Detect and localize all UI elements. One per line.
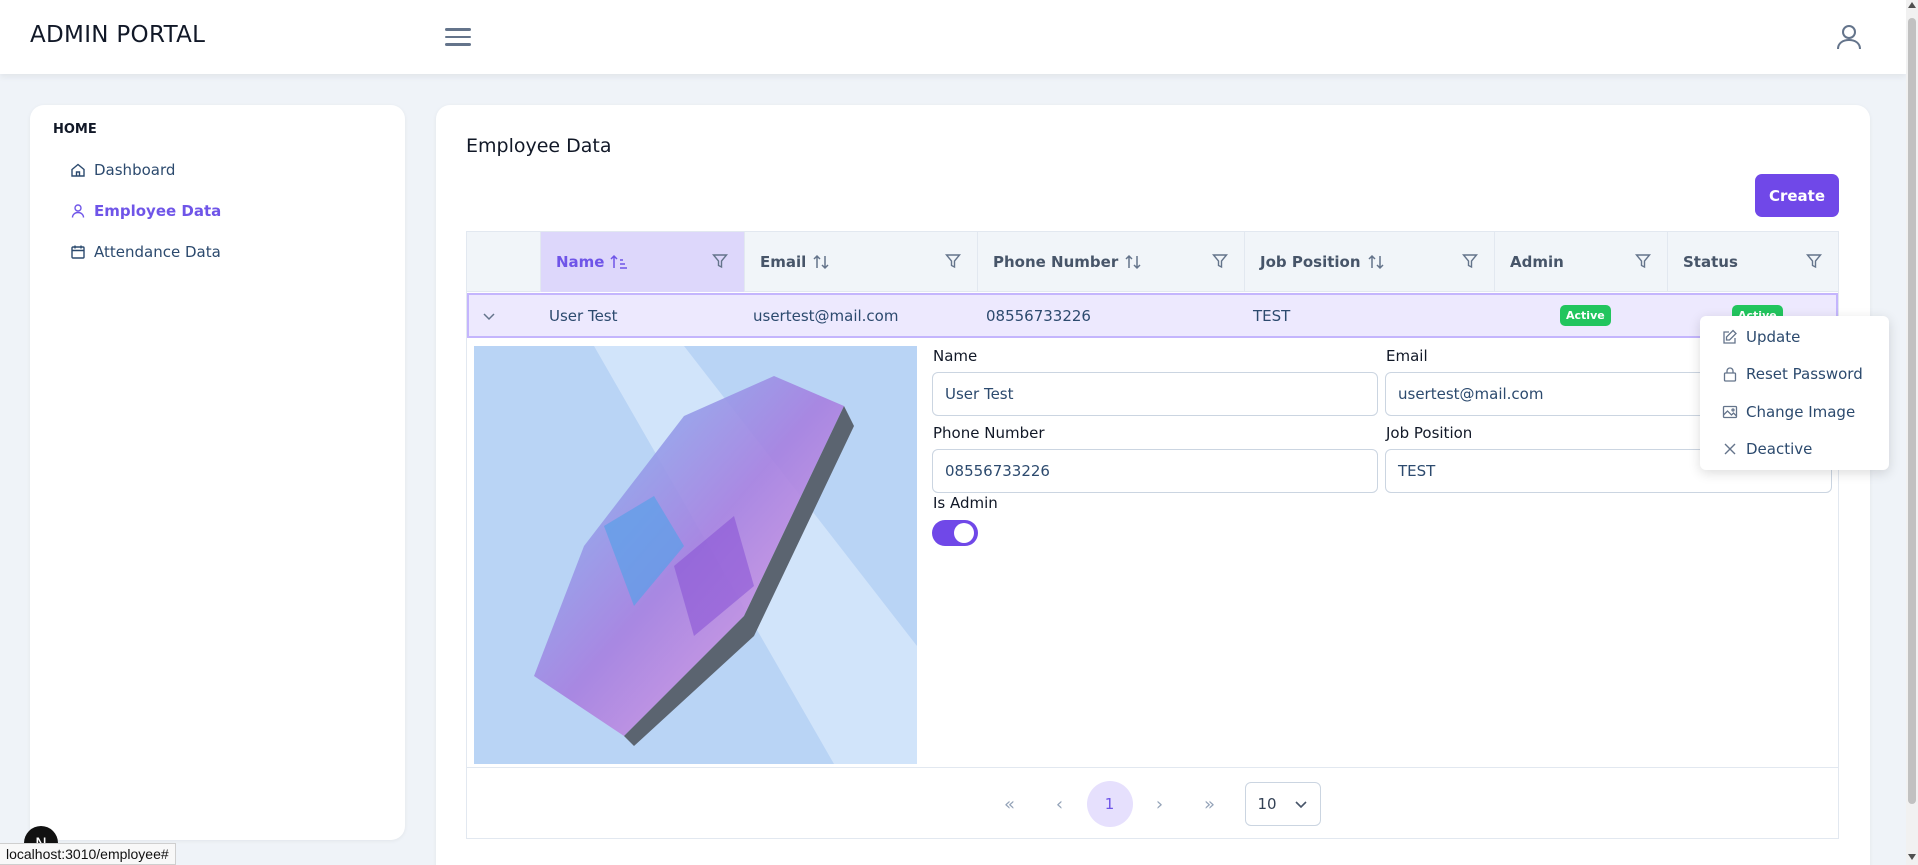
lock-icon — [1723, 367, 1737, 382]
rows-per-page-value: 10 — [1257, 795, 1277, 813]
menu-item-change-image[interactable]: Change Image — [1722, 400, 1855, 424]
toggle-knob — [954, 523, 974, 543]
scroll-down-arrow-icon[interactable] — [1908, 854, 1916, 860]
column-header-job-position[interactable]: Job Position — [1245, 232, 1495, 292]
menu-item-reset-password[interactable]: Reset Password — [1722, 362, 1863, 386]
table-header: Name Email Phone Number Job Position Adm… — [467, 232, 1838, 292]
column-header-label: Phone Number — [993, 253, 1119, 271]
next-page-button[interactable]: › — [1137, 781, 1183, 827]
top-bar: ADMIN PORTAL — [0, 0, 1906, 74]
cell-name: User Test — [549, 306, 618, 325]
cell-phone: 08556733226 — [986, 306, 1091, 325]
is-admin-toggle[interactable] — [932, 520, 978, 546]
menu-item-update[interactable]: Update — [1722, 325, 1800, 349]
sort-ascending-icon[interactable] — [610, 254, 628, 270]
scroll-up-arrow-icon[interactable] — [1908, 2, 1916, 8]
edit-icon — [1723, 329, 1737, 344]
menu-item-label: Deactive — [1746, 440, 1813, 458]
column-header-phone-number[interactable]: Phone Number — [978, 232, 1245, 292]
name-input[interactable]: User Test — [932, 372, 1378, 416]
sort-icon[interactable] — [812, 254, 830, 270]
page-title: Employee Data — [466, 135, 612, 157]
chevron-down-icon[interactable] — [481, 295, 521, 336]
user-icon — [71, 204, 85, 218]
column-header-label: Job Position — [1260, 253, 1361, 271]
user-icon[interactable] — [1834, 22, 1864, 52]
rows-per-page-select[interactable]: 10 — [1244, 782, 1321, 826]
first-page-button[interactable]: « — [987, 781, 1033, 827]
employee-photo — [474, 346, 917, 764]
filter-icon[interactable] — [1212, 253, 1228, 273]
previous-page-button[interactable]: ‹ — [1037, 781, 1083, 827]
sidebar-item-label: Attendance Data — [94, 243, 221, 261]
chevron-down-icon — [1294, 801, 1307, 809]
column-header-label: Name — [556, 253, 605, 271]
sidebar-item-dashboard[interactable]: Dashboard — [70, 157, 175, 183]
app-title: ADMIN PORTAL — [30, 22, 206, 48]
menu-item-label: Reset Password — [1746, 365, 1863, 383]
phone-number-label: Phone Number — [933, 424, 1045, 442]
email-label: Email — [1386, 347, 1428, 365]
sort-icon[interactable] — [1124, 254, 1142, 270]
sort-icon[interactable] — [1367, 254, 1385, 270]
is-admin-label: Is Admin — [933, 494, 998, 512]
pagination: « ‹ 1 › » 10 — [467, 769, 1838, 839]
close-icon — [1724, 443, 1736, 455]
main-content: Employee Data Create Name Email Phone Nu… — [436, 105, 1870, 865]
filter-icon[interactable] — [1635, 253, 1651, 273]
expander-column-header — [467, 232, 541, 292]
last-page-button[interactable]: » — [1187, 781, 1233, 827]
employee-table: Name Email Phone Number Job Position Adm… — [466, 231, 1839, 839]
filter-icon[interactable] — [1462, 253, 1478, 273]
column-header-admin[interactable]: Admin — [1495, 232, 1668, 292]
row-expansion: Name User Test Email usertest@mail.com P… — [467, 338, 1838, 768]
name-label: Name — [933, 347, 978, 365]
sidebar-item-label: Dashboard — [94, 161, 176, 179]
scroll-thumb[interactable] — [1908, 18, 1916, 804]
filter-icon[interactable] — [1806, 253, 1822, 273]
column-header-email[interactable]: Email — [745, 232, 978, 292]
status-badge: Active — [1560, 305, 1611, 326]
image-icon — [1722, 405, 1738, 419]
menu-item-deactive[interactable]: Deactive — [1722, 437, 1812, 461]
menu-item-label: Update — [1746, 328, 1801, 346]
sidebar-item-employee-data[interactable]: Employee Data — [70, 198, 221, 224]
browser-status-url: localhost:3010/employee# — [0, 843, 176, 865]
table-row[interactable]: User Test usertest@mail.com 08556733226 … — [467, 293, 1838, 338]
sidebar-heading: HOME — [53, 122, 97, 137]
hamburger-icon[interactable] — [443, 24, 473, 50]
filter-icon[interactable] — [712, 253, 728, 273]
sidebar: HOME Dashboard Employee Data Attendance … — [30, 105, 405, 840]
page-button-current[interactable]: 1 — [1086, 781, 1133, 827]
cell-admin: Active — [1560, 295, 1611, 336]
cell-job-position: TEST — [1253, 306, 1291, 325]
column-header-label: Admin — [1510, 253, 1564, 271]
column-header-name[interactable]: Name — [541, 232, 745, 292]
job-position-label: Job Position — [1386, 424, 1473, 442]
column-header-label: Email — [760, 253, 807, 271]
sidebar-item-label: Employee Data — [94, 202, 222, 220]
filter-icon[interactable] — [945, 253, 961, 273]
page-scrollbar[interactable] — [1906, 0, 1918, 865]
row-action-menu: Update Reset Password Change Image Deact… — [1700, 316, 1889, 470]
calendar-icon — [71, 245, 85, 259]
create-button[interactable]: Create — [1755, 174, 1839, 217]
column-header-status[interactable]: Status — [1668, 232, 1838, 292]
phone-number-input[interactable]: 08556733226 — [932, 449, 1378, 493]
home-icon — [71, 163, 85, 177]
cell-email: usertest@mail.com — [753, 306, 899, 325]
sidebar-item-attendance-data[interactable]: Attendance Data — [70, 239, 221, 265]
column-header-label: Status — [1683, 253, 1738, 271]
menu-item-label: Change Image — [1746, 403, 1856, 421]
